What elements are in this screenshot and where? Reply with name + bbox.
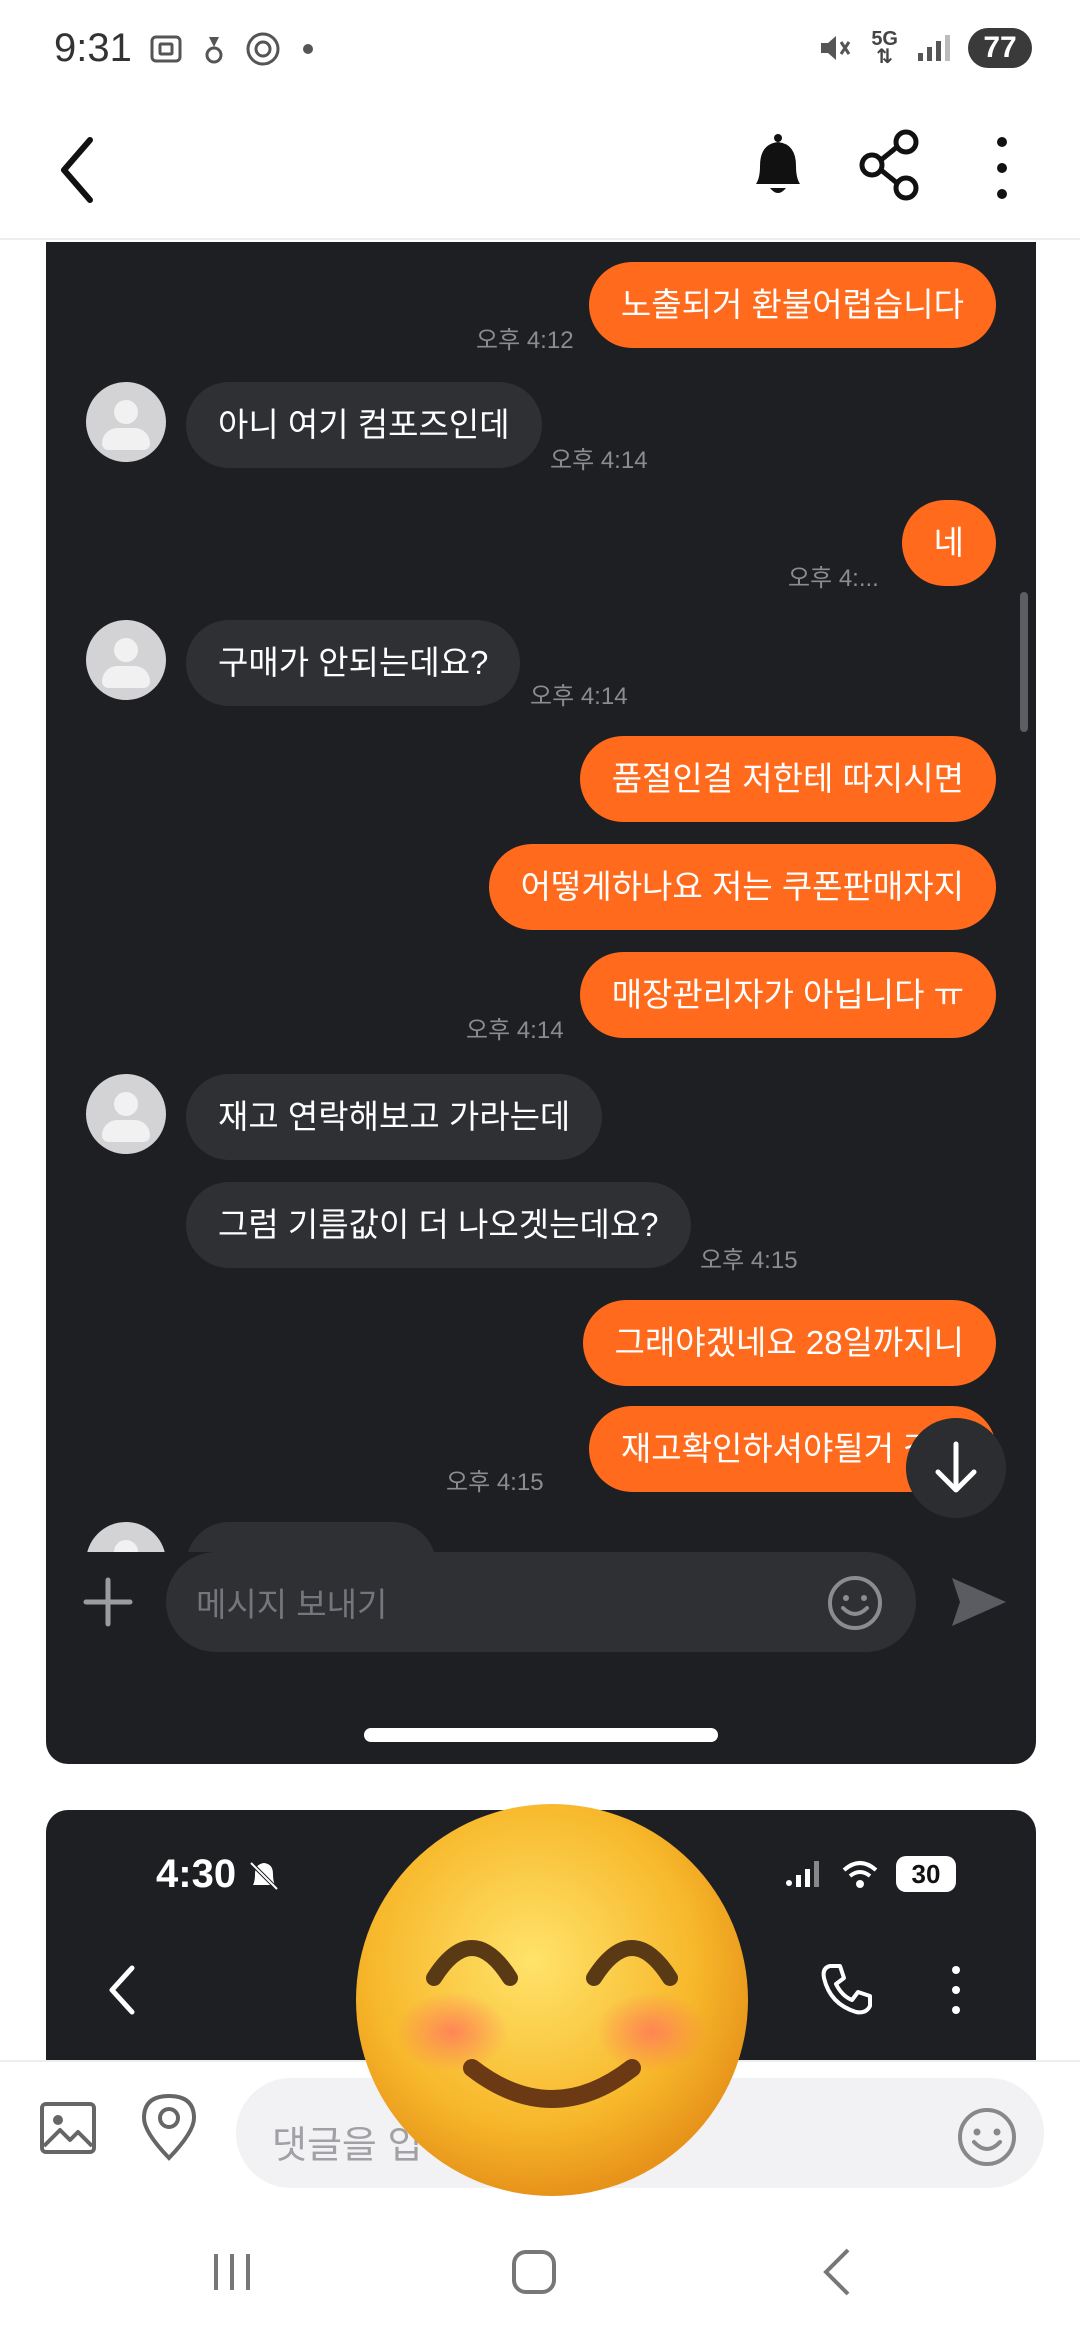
chat-input-row: 메시지 보내기 [46,1552,1036,1662]
network-type-label: 5G ⇅ [871,28,898,68]
chat-message-input[interactable]: 메시지 보내기 [166,1552,916,1652]
message-time: 오후 4:14 [550,447,648,474]
chat-message-mine: 네 [901,500,996,586]
second-battery: 30 [896,1856,956,1892]
status-time: 9:31 [54,26,132,70]
signal-icon [786,1861,819,1887]
location-pin-icon[interactable] [138,2092,200,2162]
bell-muted-icon [249,1862,279,1891]
chat-input-placeholder: 메시지 보내기 [196,1586,388,1623]
bell-icon[interactable] [748,132,808,202]
signal-icon [918,35,950,61]
status-bar: 9:31 5G ⇅ 77 [0,0,1080,100]
phone-icon [821,1964,872,2015]
chat-message-theirs: 아니 여기 컴포즈인데 [186,382,542,468]
chat-message-theirs: 재고 연락해보고 가라는데 [186,1074,603,1160]
message-time: 오후 4:14 [530,683,628,710]
wifi-icon [842,1861,878,1888]
message-time: 오후 4:15 [700,1247,798,1274]
second-time-text: 4:30 [156,1852,237,1896]
send-icon[interactable] [946,1572,1010,1632]
settings-gear-icon [246,32,280,66]
chat-message-mine: 노출되거 환불어렵습니다 [588,262,996,348]
app-header [0,100,1080,240]
back-chevron-icon[interactable] [50,130,110,210]
plus-icon[interactable] [78,1572,138,1632]
more-vertical-icon[interactable] [982,128,1022,208]
chat-screenshot-card: 오후 4:12 노출되거 환불어렵습니다 아니 여기 컴포즈인데 오후 4:14… [46,242,1036,1764]
share-icon[interactable] [858,128,922,202]
back-chevron-icon [109,1965,135,2015]
message-time: 오후 4:... [788,565,879,592]
network-type: 5G [871,28,898,50]
chat-message-mine: 품절인걸 저한테 따지시면 [579,736,996,822]
avatar [86,382,166,462]
second-screenshot-time: 4:30 [156,1852,281,1897]
chat-message-mine: 그래야겠네요 28일까지니 [582,1300,996,1386]
system-nav-bar [0,2200,1080,2340]
home-indicator [364,1728,718,1742]
more-vertical-icon [952,1966,960,2014]
smiling-face-emoji-sticker [356,1804,748,2196]
chat-message-mine: 어떻게하나요 저는 쿠폰판매자지 [488,844,996,930]
image-icon[interactable] [38,2098,98,2158]
chat-message-theirs: 그럼 기름값이 더 나오겟는데요? [186,1182,691,1268]
screenshot-icon [150,35,182,63]
chat-message-mine: 매장관리자가 아닙니다 ㅠ [579,952,996,1038]
emoji-icon[interactable] [826,1574,884,1632]
status-notification-icons [148,30,314,68]
message-time: 오후 4:14 [466,1017,564,1044]
message-time: 오후 4:12 [476,327,574,354]
battery-indicator: 77 [968,28,1032,68]
emoji-icon[interactable] [956,2106,1018,2168]
scrollbar[interactable] [1020,592,1028,732]
chat-message-theirs: 구매가 안되는데요? [186,620,521,706]
avatar [86,620,166,700]
avatar [86,1074,166,1154]
scroll-down-button[interactable] [906,1418,1006,1518]
second-status-icons: 30 [784,1856,956,1892]
app-notification-icon [205,37,223,64]
message-time: 오후 4:15 [446,1469,544,1496]
back-icon[interactable] [816,2246,856,2298]
recent-apps-icon[interactable] [210,2250,254,2294]
home-icon[interactable] [510,2248,558,2296]
dot-icon [303,44,313,54]
status-system-icons: 5G ⇅ 77 [817,28,1032,68]
mute-icon [821,36,851,60]
